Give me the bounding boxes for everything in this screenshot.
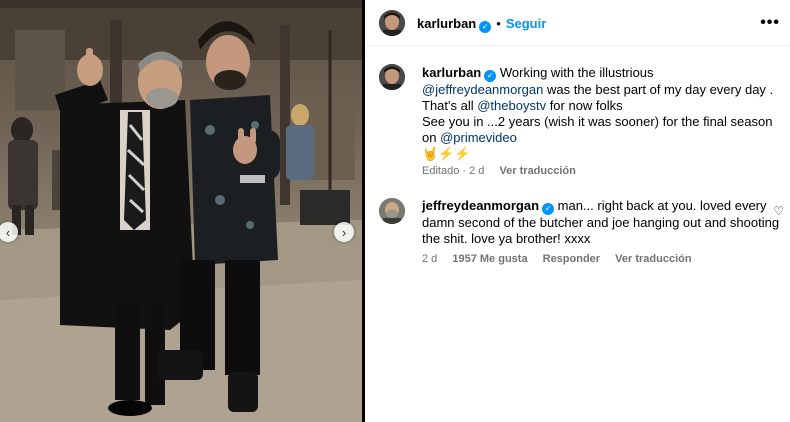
instagram-post-view: ‹ › karlurban ✓ • Seguir ••• karlurban ✓… xyxy=(0,0,790,422)
edited-timestamp: Editado · 2 d xyxy=(422,165,485,177)
comment: jeffreydeanmorgan ✓ man... right back at … xyxy=(422,198,780,247)
more-options-icon[interactable]: ••• xyxy=(760,14,780,32)
verified-badge-icon: ✓ xyxy=(542,203,555,215)
mention-link[interactable]: @jeffreydeanmorgan xyxy=(422,82,543,97)
reply-button[interactable]: Responder xyxy=(543,253,600,265)
heart-icon[interactable]: ♡ xyxy=(773,204,784,218)
comment-author-avatar[interactable] xyxy=(379,198,405,224)
chevron-left-icon: ‹ xyxy=(5,224,11,240)
caption-text: was the best part of my day every day . xyxy=(543,82,774,97)
caption-text: on xyxy=(422,130,441,145)
caption-author[interactable]: karlurban xyxy=(422,65,481,80)
caption-author-avatar[interactable] xyxy=(379,64,405,90)
comment-text-line: man... right back at you. loved every xyxy=(557,198,767,213)
mention-link[interactable]: @primevideo xyxy=(440,130,517,145)
caption-text: That's all xyxy=(422,98,478,113)
chevron-right-icon: › xyxy=(341,224,347,240)
separator-dot: • xyxy=(496,16,501,31)
mention-link[interactable]: @theboystv xyxy=(477,98,546,113)
caption-text: Working with the illustrious xyxy=(499,65,654,80)
author-avatar[interactable] xyxy=(379,10,405,36)
translate-comment-link[interactable]: Ver traducción xyxy=(615,253,691,265)
caption-text: See you in ...2 years (wish it was soone… xyxy=(422,114,773,129)
post-header: karlurban ✓ • Seguir ••• xyxy=(365,0,790,46)
verified-badge-icon: ✓ xyxy=(484,70,497,82)
next-photo-button[interactable]: › xyxy=(334,222,354,242)
caption-meta: Editado · 2 d Ver traducción xyxy=(422,165,576,177)
comment-text-line: the shit. love ya brother! xxxx xyxy=(422,231,591,246)
post-photo: ‹ › xyxy=(0,0,362,422)
translate-caption-link[interactable]: Ver traducción xyxy=(499,165,575,177)
post-caption: karlurban ✓ Working with the illustrious … xyxy=(422,65,777,162)
comment-text-line: damn second of the butcher and joe hangi… xyxy=(422,215,780,230)
comment-likes-count[interactable]: 1957 Me gusta xyxy=(452,253,527,265)
verified-badge-icon: ✓ xyxy=(479,21,492,33)
author-username[interactable]: karlurban xyxy=(417,16,476,31)
comment-meta: 2 d 1957 Me gusta Responder Ver traducci… xyxy=(422,253,692,265)
caption-text: for now folks xyxy=(546,98,623,113)
post-details-panel: karlurban ✓ • Seguir ••• karlurban ✓ Working… xyxy=(365,0,790,422)
follow-button[interactable]: Seguir xyxy=(506,16,546,31)
caption-emojis: 🤘⚡⚡ xyxy=(422,146,471,161)
header-author-line: karlurban ✓ • Seguir xyxy=(417,15,546,33)
comment-timestamp: 2 d xyxy=(422,253,438,265)
comment-author[interactable]: jeffreydeanmorgan xyxy=(422,198,539,213)
